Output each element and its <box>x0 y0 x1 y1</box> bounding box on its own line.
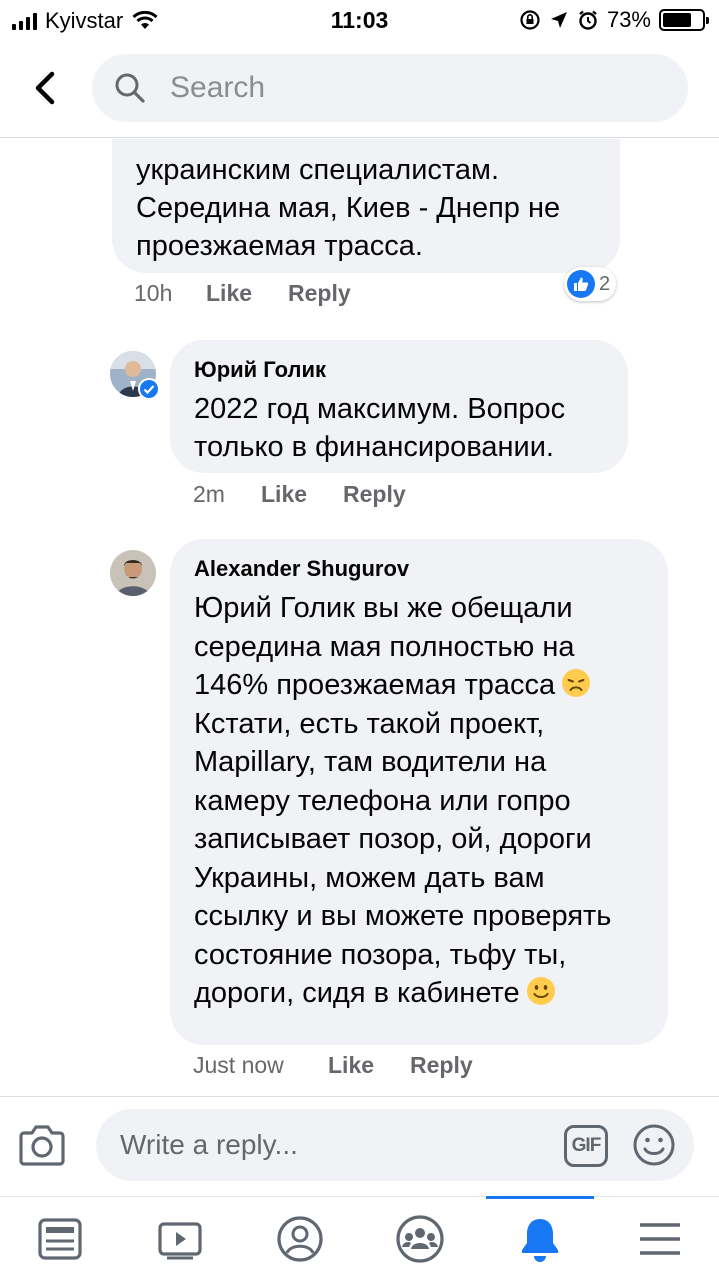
comment-author[interactable]: Alexander Shugurov <box>194 555 644 583</box>
comment-meta: 10h Like Reply <box>134 280 351 307</box>
slightly-smiling-face-emoji-icon <box>526 977 555 1005</box>
reply-composer: GIF <box>0 1096 719 1196</box>
battery-percent: 73% <box>606 7 651 32</box>
comment-line: Середина мая, Киев - Днепр не <box>136 192 561 224</box>
comment-text: Юрий Голик вы же обещали середина мая по… <box>194 589 644 1013</box>
groups-icon <box>395 1215 444 1263</box>
comments-thread: украинским специалистам. Середина мая, К… <box>0 139 719 1096</box>
reply-box[interactable]: GIF <box>96 1109 694 1181</box>
like-button[interactable]: Like <box>261 481 343 508</box>
reaction-badge[interactable]: 2 <box>564 267 617 301</box>
avatar[interactable] <box>110 550 156 596</box>
chevron-left-icon <box>35 71 55 105</box>
comment-bubble[interactable]: Юрий Голик 2022 год максимум. Вопрос тол… <box>170 340 628 473</box>
comment-bubble[interactable]: Alexander Shugurov Юрий Голик вы же обещ… <box>170 539 668 1045</box>
search-box[interactable] <box>92 54 688 122</box>
tab-news-feed[interactable] <box>0 1197 119 1280</box>
comment-time: 10h <box>134 280 173 306</box>
location-arrow-icon <box>550 12 567 28</box>
profile-icon <box>276 1216 323 1262</box>
search-input[interactable] <box>170 54 650 122</box>
comment-text-part: Юрий Голик вы же обещали середина мая по… <box>194 592 575 701</box>
watch-video-icon <box>157 1222 202 1260</box>
reply-input[interactable] <box>120 1109 540 1181</box>
disappointed-face-emoji-icon <box>562 669 591 697</box>
comment-line: украинским специалистам. <box>136 154 500 186</box>
camera-button[interactable] <box>18 1123 66 1167</box>
reply-button[interactable]: Reply <box>288 280 351 307</box>
camera-icon <box>19 1125 65 1166</box>
tab-watch[interactable] <box>120 1197 239 1280</box>
tab-notifications[interactable] <box>480 1197 599 1280</box>
search-icon <box>115 73 145 103</box>
back-button[interactable] <box>26 68 62 108</box>
news-feed-icon <box>37 1218 82 1260</box>
bell-icon <box>521 1219 558 1262</box>
menu-hamburger-icon <box>639 1223 680 1255</box>
comment-meta: Just now Like Reply <box>193 1052 473 1079</box>
status-bar: Kyivstar 11:03 73% <box>0 0 719 40</box>
comment-time: Just now <box>193 1052 284 1078</box>
reply-button[interactable]: Reply <box>410 1052 473 1079</box>
alarm-icon <box>579 10 597 30</box>
search-header <box>0 40 719 138</box>
comment-bubble[interactable]: украинским специалистам. Середина мая, К… <box>112 139 620 273</box>
reply-button[interactable]: Reply <box>343 481 406 508</box>
comment-meta: 2m Like Reply <box>193 481 406 508</box>
smiley-icon <box>633 1124 675 1166</box>
like-button[interactable]: Like <box>328 1052 410 1079</box>
verified-badge-icon <box>138 378 160 400</box>
comment-line: проезжаемая трасса. <box>136 230 423 262</box>
reaction-count: 2 <box>599 272 611 295</box>
like-button[interactable]: Like <box>206 280 288 307</box>
comment-text-part: Кстати, есть такой проект, Mapillary, та… <box>194 707 612 1010</box>
comment-author[interactable]: Юрий Голик <box>194 356 604 384</box>
like-reaction-icon <box>567 270 595 298</box>
battery-fill <box>663 13 691 27</box>
status-right-group: 73% <box>519 7 709 33</box>
tab-groups[interactable] <box>360 1197 479 1280</box>
gif-button[interactable]: GIF <box>564 1125 608 1167</box>
bottom-tab-bar <box>0 1196 719 1280</box>
comment-text: 2022 год максимум. Вопрос только в финан… <box>194 393 566 463</box>
comment-text: украинским специалистам. Середина мая, К… <box>136 151 560 265</box>
battery-icon <box>659 9 709 31</box>
rotation-lock-icon <box>520 10 540 30</box>
tab-menu[interactable] <box>600 1197 719 1280</box>
comment-time: 2m <box>193 481 225 507</box>
emoji-button[interactable] <box>632 1123 676 1167</box>
tab-profile[interactable] <box>240 1197 359 1280</box>
